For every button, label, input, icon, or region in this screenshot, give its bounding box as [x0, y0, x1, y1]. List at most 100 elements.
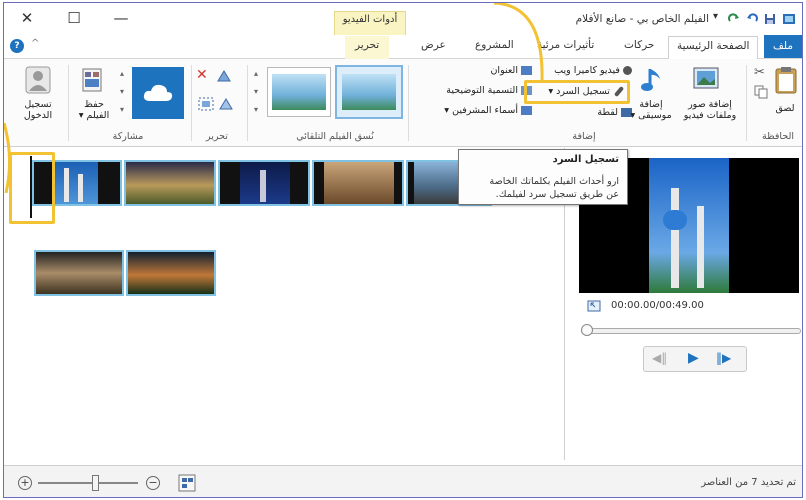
- add-music-button[interactable]: إضافة ▾ موسيقى: [628, 99, 674, 121]
- select-all-icon[interactable]: [198, 97, 214, 111]
- webcam-video-label: فيديو كاميرا ويب: [554, 65, 620, 76]
- theme-thumbnail: [272, 74, 326, 110]
- credits-button[interactable]: أسماء المشرفين ▾: [416, 105, 532, 116]
- zoom-out-icon[interactable]: −: [146, 476, 160, 490]
- themes-scroll-buttons[interactable]: ▴ ▾ ▾: [252, 65, 260, 125]
- tab-file[interactable]: ملف: [764, 35, 802, 58]
- app-window: ✕ ☐ — أدوات الفيديو الفيلم الخاص بي - صا…: [3, 2, 803, 498]
- redo-icon[interactable]: [728, 13, 740, 25]
- video-clip[interactable]: [126, 250, 216, 296]
- cut-icon[interactable]: ✂: [754, 65, 765, 80]
- playhead[interactable]: [30, 156, 32, 218]
- help-icon[interactable]: ?: [10, 39, 24, 53]
- add-videos-photos-line1: إضافة صور: [688, 99, 732, 110]
- onedrive-icon: [143, 84, 173, 101]
- video-tools-contextual-label: أدوات الفيديو: [342, 14, 398, 25]
- movie-maker-app-icon: [783, 14, 795, 24]
- customize-quick-access-icon[interactable]: ▾: [713, 11, 718, 22]
- fullscreen-icon[interactable]: [587, 300, 601, 312]
- tooltip-title: تسجيل السرد: [552, 154, 619, 165]
- video-clip[interactable]: [124, 160, 216, 206]
- zoom-in-icon[interactable]: +: [18, 476, 32, 490]
- add-group-label: إضافة: [572, 131, 596, 142]
- thumbnail-size-icon[interactable]: [178, 474, 196, 492]
- annotation-connector: [493, 3, 544, 82]
- clip-frame: [52, 162, 98, 204]
- tab-home[interactable]: الصفحة الرئيسية: [668, 36, 759, 59]
- tooltip-body-line1: ارو أحداث الفيلم بكلماتك الخاصة: [489, 176, 619, 187]
- add-videos-photos-button[interactable]: إضافة صور وملفات فيديو: [678, 99, 742, 121]
- clip-frame-detail: [78, 174, 83, 202]
- tab-edit[interactable]: تحرير: [345, 36, 390, 59]
- seek-bar[interactable]: [581, 328, 801, 334]
- window-title: الفيلم الخاص بي - صانع الأفلام: [575, 13, 709, 25]
- separator: [68, 65, 69, 141]
- save-movie-line2-text: الفيلم: [86, 110, 110, 121]
- clip-frame-detail: [64, 168, 69, 202]
- tab-animations[interactable]: حركات: [624, 39, 654, 51]
- timecode: 00:00.00/00:49.00: [611, 300, 704, 311]
- save-icon[interactable]: [764, 13, 776, 25]
- clipboard-group-label: الحافظة: [762, 131, 794, 142]
- add-music-icon[interactable]: [640, 65, 664, 95]
- paste-icon[interactable]: [774, 65, 798, 95]
- title-bar: ✕ ☐ — أدوات الفيديو الفيلم الخاص بي - صا…: [4, 3, 802, 35]
- previous-frame-icon[interactable]: ◀‖: [652, 351, 667, 365]
- seek-thumb[interactable]: [581, 324, 593, 336]
- separator: [247, 65, 248, 141]
- separator: [191, 65, 192, 141]
- onedrive-button[interactable]: [132, 67, 184, 119]
- video-clip[interactable]: [312, 160, 404, 206]
- video-clip[interactable]: [218, 160, 310, 206]
- add-music-line1: إضافة: [639, 99, 663, 110]
- user-icon[interactable]: [24, 65, 52, 95]
- clip-frame: [128, 252, 214, 294]
- sign-in-line2: الدخول: [23, 110, 53, 121]
- zoom-slider-thumb[interactable]: [92, 475, 99, 491]
- play-icon[interactable]: ▶: [688, 350, 699, 366]
- credits-label: أسماء المشرفين: [452, 105, 518, 116]
- status-text: تم تحديد 7 من العناصر: [701, 477, 796, 488]
- theme-thumbnail: [342, 74, 396, 110]
- zoom-slider[interactable]: [38, 482, 138, 484]
- webcam-icon: [623, 66, 632, 75]
- remove-icon[interactable]: ✕: [196, 67, 208, 83]
- save-movie-icon[interactable]: [80, 65, 106, 95]
- rotate-right-icon[interactable]: [218, 97, 234, 111]
- snapshot-label: لقطة: [597, 107, 618, 118]
- clip-frame: [126, 162, 214, 204]
- save-movie-button[interactable]: حفظ ▾ الفيلم: [70, 99, 118, 121]
- caption-button[interactable]: التسمية التوضيحية: [416, 85, 532, 96]
- clip-frame: [36, 252, 122, 294]
- next-frame-icon[interactable]: ‖▶: [716, 351, 731, 365]
- rotate-left-icon[interactable]: [216, 69, 232, 83]
- caption-label: التسمية التوضيحية: [446, 85, 518, 96]
- status-bar: + − تم تحديد 7 من العناصر: [4, 465, 802, 497]
- add-music-dropdown-icon: ▾: [630, 110, 636, 121]
- preview-detail: [671, 188, 679, 288]
- snapshot-button[interactable]: لقطة: [532, 107, 632, 118]
- share-scroll-buttons[interactable]: ▴ ▾ ▾: [118, 65, 126, 125]
- undo-icon[interactable]: [746, 13, 758, 25]
- clip-frame-detail: [260, 170, 266, 202]
- paste-button[interactable]: لصق: [770, 103, 800, 114]
- minimize-icon[interactable]: —: [106, 7, 136, 29]
- automovie-theme-contemporary[interactable]: [335, 65, 403, 119]
- separator: [746, 65, 747, 141]
- automovie-theme-1[interactable]: [267, 67, 331, 117]
- preview-frame: [649, 158, 729, 293]
- sign-in-button[interactable]: تسجيل الدخول: [12, 99, 64, 121]
- add-videos-photos-icon[interactable]: [692, 65, 722, 95]
- editing-group-label: تحرير: [206, 131, 228, 142]
- maximize-icon[interactable]: ☐: [59, 7, 89, 29]
- record-narration-button[interactable]: تسجيل السرد ▾: [524, 80, 630, 104]
- separator: [408, 65, 409, 141]
- ribbon-tabs: ? ^ تحرير عرض المشروع تأثيرات مرئية حركا…: [4, 35, 802, 59]
- collapse-icon[interactable]: ^: [31, 38, 39, 49]
- preview-detail: [663, 210, 687, 230]
- close-icon[interactable]: ✕: [12, 7, 42, 29]
- annotation-connector: [4, 123, 12, 193]
- copy-icon[interactable]: [754, 85, 768, 99]
- video-clip[interactable]: [34, 250, 124, 296]
- record-narration-dropdown-icon: ▾: [548, 86, 554, 97]
